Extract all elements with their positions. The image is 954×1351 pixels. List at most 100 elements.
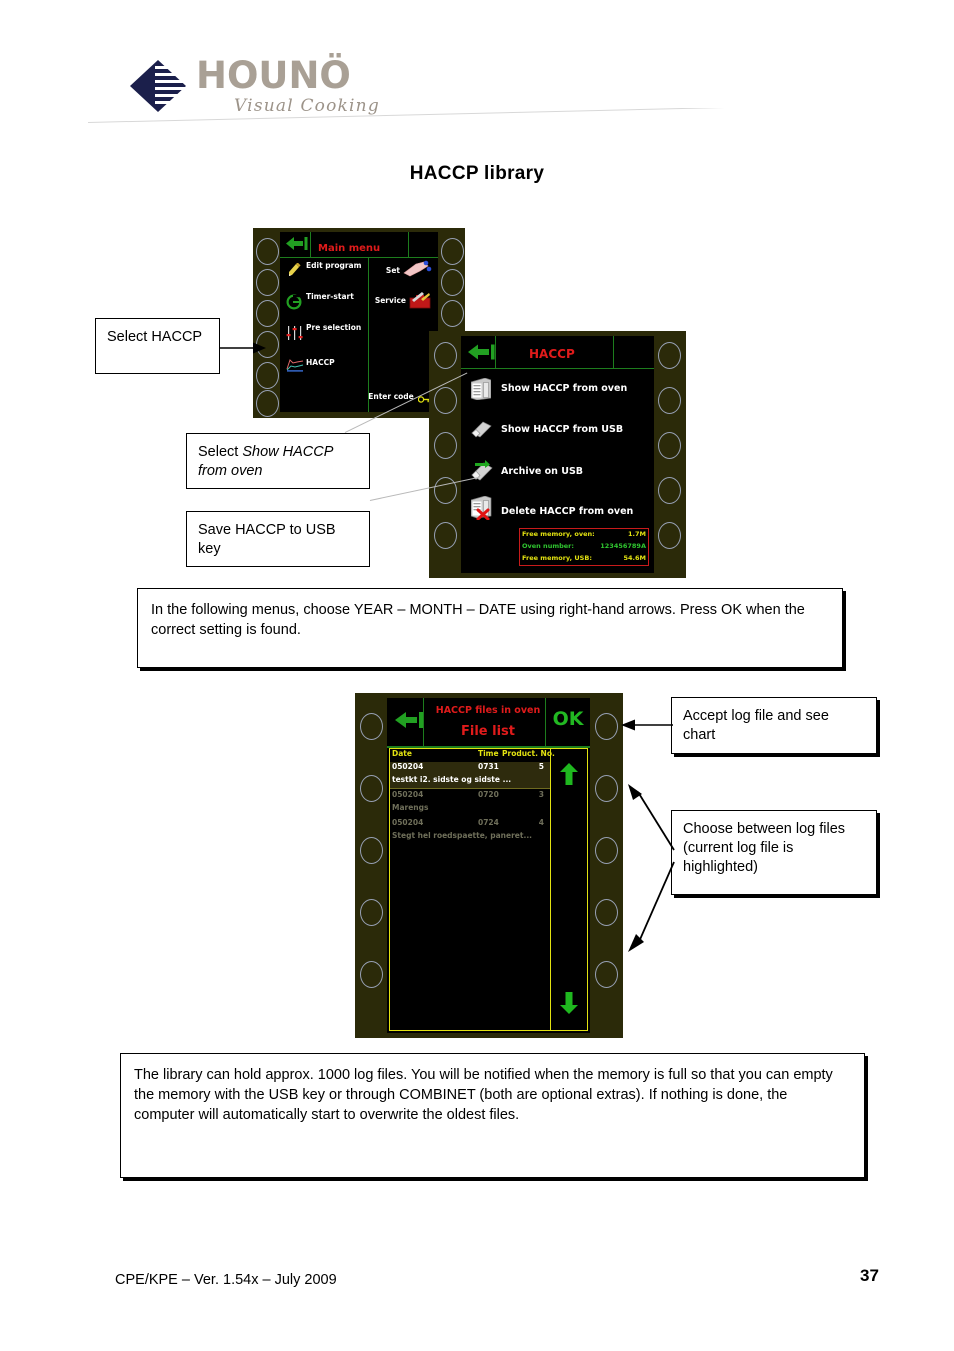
hw3-button-left-3[interactable] [360, 837, 383, 864]
service-toolbox-icon [408, 290, 432, 310]
memory-row-usb: Free memory, USB: 54.6M [522, 554, 648, 565]
menu-item-haccp[interactable]: HACCP [306, 358, 335, 368]
oven-panel-haccp-menu: HACCP Show HACCP from oven Show HACCP fr… [429, 331, 686, 578]
hw2-button-right-3[interactable] [658, 432, 681, 459]
hw-button-left-1[interactable] [256, 238, 279, 265]
table-row[interactable]: 050204 0724 4 Stegt hel roedspaette, pan… [390, 818, 550, 844]
callout-choose-between-log-files: Choose between log files (current log fi… [671, 810, 877, 895]
menu-item-haccp-label: HACCP [306, 358, 335, 367]
main-menu-title: Main menu [318, 243, 381, 254]
file-list-divider-left [423, 698, 424, 746]
table-row[interactable]: 050204 0731 5 testkt i2. sidste og sidst… [390, 762, 550, 789]
menu-item-set-label: Set [385, 266, 400, 275]
hw3-button-left-5[interactable] [360, 961, 383, 988]
row-number: 5 [538, 762, 544, 771]
back-arrow-icon[interactable] [395, 710, 425, 730]
hw3-button-left-4[interactable] [360, 899, 383, 926]
callout-select-show-haccp-from-oven: Select Show HACCP from oven [186, 433, 370, 489]
hw2-button-right-4[interactable] [658, 477, 681, 504]
menu-item-timer-start-label: Timer-start [306, 292, 354, 301]
arrow-down-icon[interactable] [560, 992, 578, 1014]
column-header-time: Time [478, 749, 499, 758]
haccp-menu-title: HACCP [529, 347, 575, 361]
hw2-button-right-1[interactable] [658, 342, 681, 369]
haccp-item-archive-on-usb[interactable]: Archive on USB [501, 466, 583, 477]
ok-button[interactable]: OK [550, 708, 586, 730]
brand-wordmark: HOUNÖ [196, 54, 351, 97]
menu-item-set[interactable]: Set [372, 266, 400, 276]
hw3-button-right-5[interactable] [595, 961, 618, 988]
callout-select-haccp-arrow [220, 338, 268, 358]
hw-button-right-3[interactable] [441, 300, 464, 327]
houno-diamond-logo-icon [130, 58, 188, 114]
hw-button-right-2[interactable] [441, 269, 464, 296]
hw-button-left-5[interactable] [256, 362, 279, 389]
callout-select-haccp-text: Select HACCP [107, 329, 203, 345]
hw3-button-left-2[interactable] [360, 775, 383, 802]
menu-item-service[interactable]: Service [368, 296, 406, 306]
hw-button-right-1[interactable] [441, 238, 464, 265]
oven-delete-icon [471, 496, 493, 520]
menu-item-pre-selection-label: Pre selection [306, 323, 362, 332]
hw-button-left-6[interactable] [256, 390, 279, 417]
callout-select-haccp: Select HACCP [95, 318, 220, 374]
settings-hand-icon [402, 259, 432, 279]
memory-row-oven-number-label: Oven number: [522, 542, 574, 550]
haccp-item-show-from-usb[interactable]: Show HACCP from USB [501, 424, 623, 435]
hw3-button-right-3[interactable] [595, 837, 618, 864]
hw2-button-left-5[interactable] [434, 522, 457, 549]
edit-program-icon [286, 263, 302, 279]
page-title: HACCP library [409, 163, 545, 184]
hw2-button-right-5[interactable] [658, 522, 681, 549]
hw3-button-right-4[interactable] [595, 899, 618, 926]
back-arrow-icon[interactable] [286, 236, 308, 251]
callout-select-show-haccp-prefix: Select [198, 444, 243, 460]
memory-row-oven-value: 1.7M [628, 530, 646, 538]
row-number: 3 [538, 790, 544, 799]
memory-row-oven-label: Free memory, oven: [522, 530, 595, 538]
main-menu-column-divider [368, 258, 369, 412]
haccp-item-show-from-oven[interactable]: Show HACCP from oven [501, 383, 627, 394]
row-product: Stegt hel roedspaette, paneret... [392, 831, 533, 840]
arrow-up-icon[interactable] [560, 763, 578, 785]
menu-item-timer-start[interactable]: Timer-start [306, 292, 354, 302]
menu-item-enter-code[interactable]: Enter code [368, 392, 414, 401]
hounoe-logo: HOUNÖ Visual Cooking [130, 52, 460, 128]
oven-icon [471, 378, 491, 400]
row-time: 0724 [478, 818, 499, 827]
callout-accept-log-file: Accept log file and see chart [671, 697, 877, 754]
haccp-item-delete-from-oven[interactable]: Delete HACCP from oven [501, 506, 633, 517]
note-following-menus-text: In the following menus, choose YEAR – MO… [151, 602, 805, 638]
hw2-button-left-3[interactable] [434, 432, 457, 459]
hw3-button-right-1[interactable] [595, 713, 618, 740]
hw3-button-left-1[interactable] [360, 713, 383, 740]
hw3-button-right-2[interactable] [595, 775, 618, 802]
callout-accept-log-arrow [621, 718, 673, 732]
note-library-capacity-text: The library can hold approx. 1000 log fi… [134, 1067, 833, 1123]
hw2-button-left-2[interactable] [434, 387, 457, 414]
usb-stick-icon [471, 420, 493, 438]
haccp-chart-icon [286, 356, 304, 372]
oven-panel-file-list: HACCP files in oven File list OK Date Ti… [355, 693, 623, 1038]
footer-page-number: 37 [860, 1266, 879, 1285]
file-list-title-line1: HACCP files in oven [435, 705, 541, 716]
menu-item-enter-code-label: Enter code [368, 392, 414, 401]
back-arrow-icon[interactable] [468, 343, 496, 361]
haccp-item-delete-from-oven-label: Delete HACCP from oven [501, 506, 634, 517]
hw2-button-right-2[interactable] [658, 387, 681, 414]
oven-screen-main-menu: Main menu Edit program Timer-start Pre s… [280, 232, 438, 412]
haccp-item-show-from-usb-label: Show HACCP from USB [501, 424, 624, 435]
hw2-button-left-1[interactable] [434, 342, 457, 369]
hw-button-left-2[interactable] [256, 269, 279, 296]
file-list-divider-right [545, 698, 546, 746]
menu-item-pre-selection[interactable]: Pre selection [306, 323, 362, 333]
pre-selection-icon [286, 325, 304, 341]
hw-button-left-3[interactable] [256, 300, 279, 327]
menu-item-edit-program[interactable]: Edit program [306, 261, 361, 271]
memory-row-oven-number: Oven number: 123456789A [522, 542, 648, 553]
file-list-title-line2: File list [461, 724, 515, 739]
callout-choose-logs-arrows [616, 782, 678, 957]
haccp-topbar-divider-left [495, 336, 496, 368]
table-row[interactable]: 050204 0720 3 Marengs [390, 790, 550, 816]
timer-start-icon [286, 294, 302, 310]
